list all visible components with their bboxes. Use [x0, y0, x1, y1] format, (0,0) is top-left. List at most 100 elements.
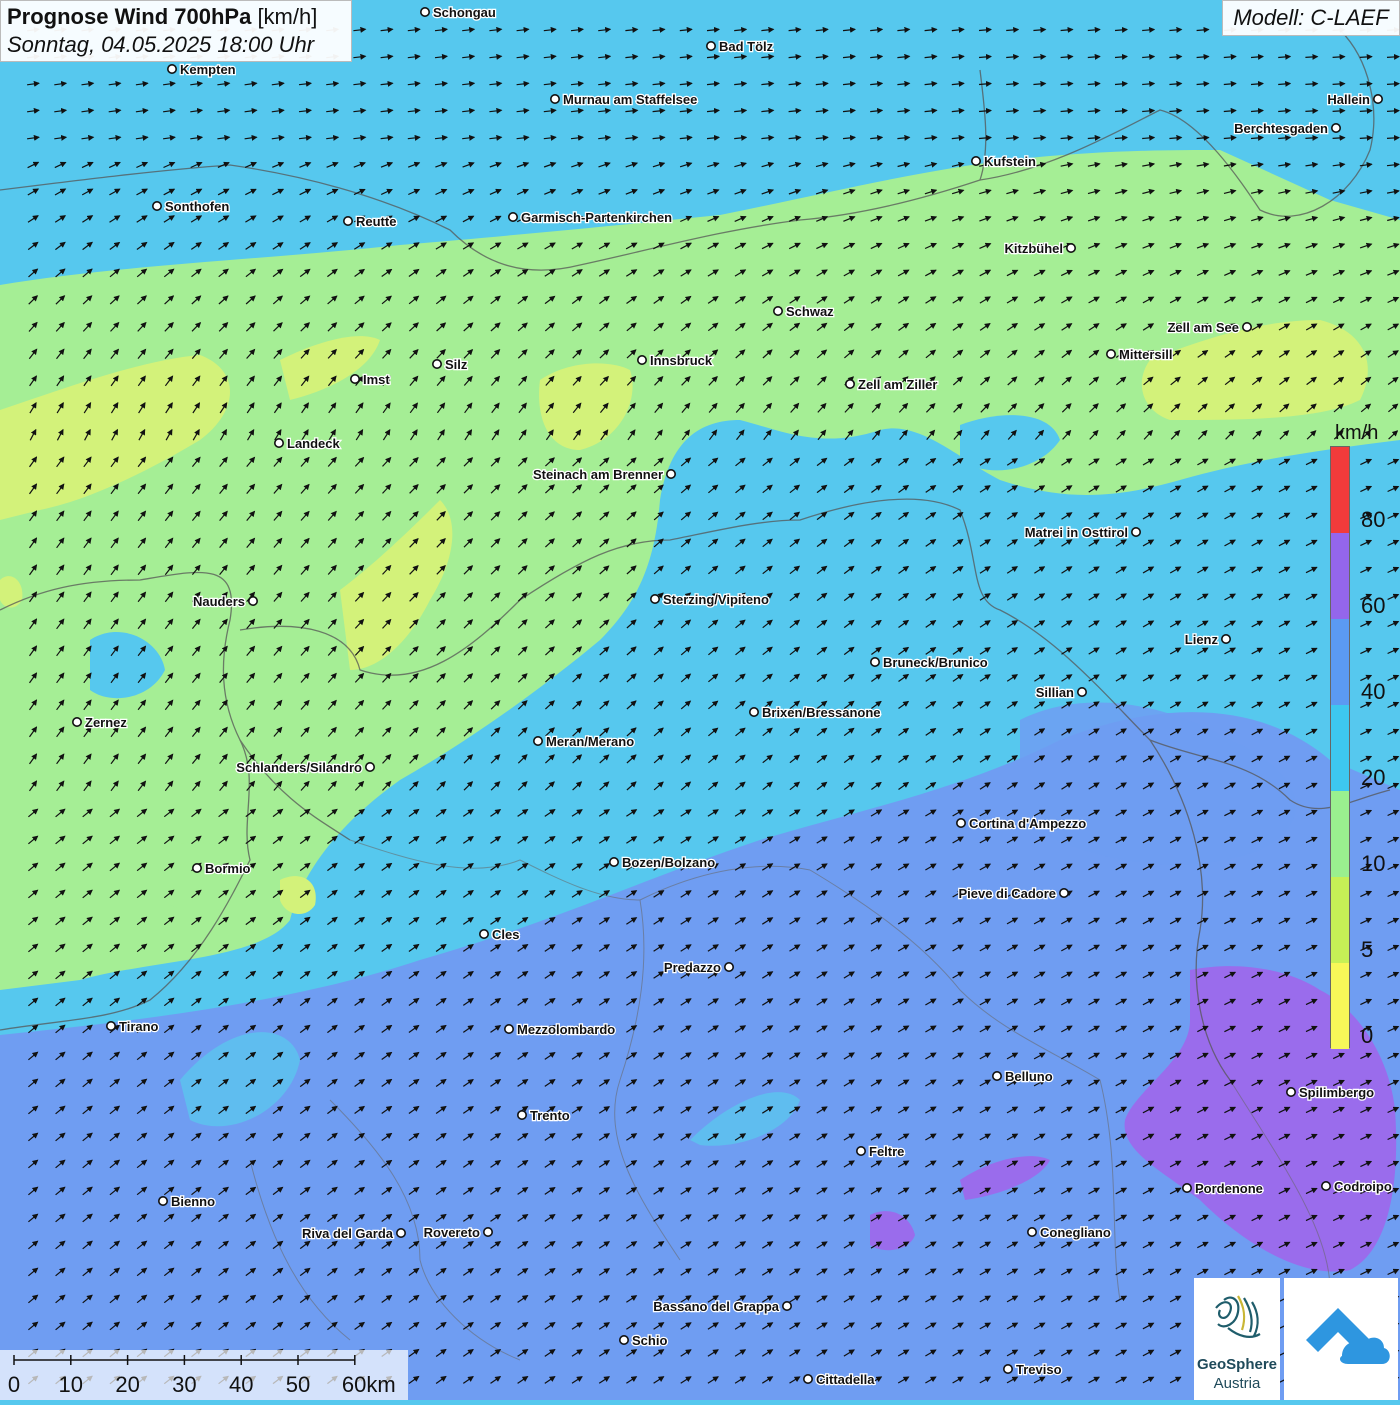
city-dot: [419, 7, 430, 17]
legend-color-bar: [1330, 446, 1350, 1049]
scale-label: 0: [8, 1372, 20, 1397]
legend-swatch: [1331, 877, 1349, 963]
geosphere-logo[interactable]: GeoSphere Austria: [1194, 1278, 1280, 1400]
geosphere-name: GeoSphere: [1197, 1356, 1277, 1373]
model-label: Modell: C-LAEF: [1222, 0, 1400, 36]
city-label: Zell am Ziller: [858, 377, 937, 392]
city-label: Kufstein: [984, 154, 1036, 169]
legend-swatch: [1331, 533, 1349, 619]
scale-label: 20: [115, 1372, 139, 1397]
city-label: Berchtesgaden: [1234, 121, 1328, 136]
legend-label: 5: [1361, 937, 1374, 962]
city-label: Schlanders/Silandro: [236, 760, 362, 775]
city-label: Meran/Merano: [546, 734, 634, 749]
city-dot: [781, 1301, 792, 1312]
title-unit: [km/h]: [257, 4, 318, 29]
city-label: Hallein: [1327, 92, 1370, 107]
city-label: Landeck: [287, 436, 341, 451]
city-dot: [748, 706, 759, 717]
city-dot: [608, 856, 619, 867]
city-dot: [507, 212, 518, 223]
wind-arrow: [1305, 134, 1319, 141]
city-label: Schio: [632, 1333, 667, 1348]
city-dot: [106, 1020, 117, 1031]
city-label: Imst: [363, 372, 390, 387]
city-dot: [1331, 123, 1342, 134]
city-dot: [192, 862, 203, 873]
city-dot: [478, 928, 489, 939]
weather-app-logo[interactable]: [1284, 1278, 1398, 1400]
city-dot: [1242, 321, 1253, 332]
city-dot: [342, 216, 353, 227]
city-dot: [1027, 1227, 1038, 1238]
city-dot: [395, 1228, 406, 1239]
city-label: Spilimbergo: [1299, 1085, 1374, 1100]
city-dot: [273, 437, 284, 448]
wind-arrow: [1305, 80, 1319, 87]
wind-arrow: [1386, 107, 1400, 114]
city-dot: [248, 595, 259, 606]
city-dot: [705, 40, 716, 51]
legend-label: 0: [1361, 1023, 1374, 1048]
city-label: Trento: [530, 1108, 570, 1123]
city-label: Belluno: [1005, 1069, 1053, 1084]
city-label: Cles: [492, 927, 519, 942]
city-dot: [1286, 1087, 1297, 1098]
city-label: Conegliano: [1040, 1225, 1111, 1240]
city-label: Nauders: [193, 594, 245, 609]
city-label: Bozen/Bolzano: [622, 855, 715, 870]
city-dot: [855, 1146, 866, 1157]
title-box: Prognose Wind 700hPa [km/h] Sonntag, 04.…: [0, 0, 352, 62]
city-dot: [1182, 1183, 1193, 1194]
legend-swatch: [1331, 963, 1349, 1049]
wind-arrow: [1386, 53, 1400, 60]
wind-arrow: [1359, 80, 1373, 87]
city-label: Bruneck/Brunico: [883, 655, 988, 670]
legend-label: 60: [1361, 593, 1386, 618]
scale-label: 50: [286, 1372, 310, 1397]
city-label: Mezzolombardo: [517, 1022, 615, 1037]
scale-label: 10: [59, 1372, 83, 1397]
city-label: Sillian: [1036, 685, 1074, 700]
legend-swatch: [1331, 447, 1349, 533]
city-dot: [1106, 348, 1117, 359]
legend-label: 10: [1361, 851, 1386, 876]
city-label: Bad Tölz: [719, 39, 774, 54]
city-label: Predazzo: [664, 960, 721, 975]
city-label: Murnau am Staffelsee: [563, 92, 697, 107]
city-label: Garmisch-Partenkirchen: [521, 210, 672, 225]
city-label: Treviso: [1016, 1362, 1062, 1377]
city-label: Pordenone: [1195, 1181, 1263, 1196]
wind-arrow: [1332, 134, 1346, 141]
wind-arrow: [1332, 107, 1346, 114]
city-dot: [167, 64, 178, 75]
city-dot: [349, 373, 360, 384]
scale-label: 30: [172, 1372, 196, 1397]
wind-arrow: [1386, 80, 1400, 87]
city-label: Silz: [445, 357, 468, 372]
city-label: Kitzbühel: [1005, 241, 1064, 256]
city-dot: [1077, 686, 1088, 697]
legend-label: 80: [1361, 507, 1386, 532]
scale-label: 60km: [342, 1372, 396, 1397]
city-dot: [1131, 526, 1142, 537]
city-dot: [532, 735, 543, 746]
wind-arrow: [1305, 107, 1319, 114]
city-dot: [1321, 1181, 1332, 1192]
city-dot: [364, 761, 375, 772]
city-label: Bormio: [205, 861, 251, 876]
city-dot: [665, 468, 676, 479]
wind-arrow: [1359, 53, 1373, 60]
city-label: Sterzing/Vipiteno: [663, 592, 769, 607]
city-dot: [955, 817, 966, 828]
city-label: Reutte: [356, 214, 396, 229]
city-dot: [636, 354, 647, 365]
city-label: Feltre: [869, 1144, 904, 1159]
city-dot: [869, 656, 880, 667]
legend-unit: km/h: [1335, 422, 1379, 444]
city-dot: [772, 305, 783, 316]
city-label: Riva del Garda: [302, 1226, 394, 1241]
wind-arrow: [1332, 80, 1346, 87]
city-dot: [991, 1071, 1002, 1082]
geosphere-country: Austria: [1214, 1375, 1261, 1392]
